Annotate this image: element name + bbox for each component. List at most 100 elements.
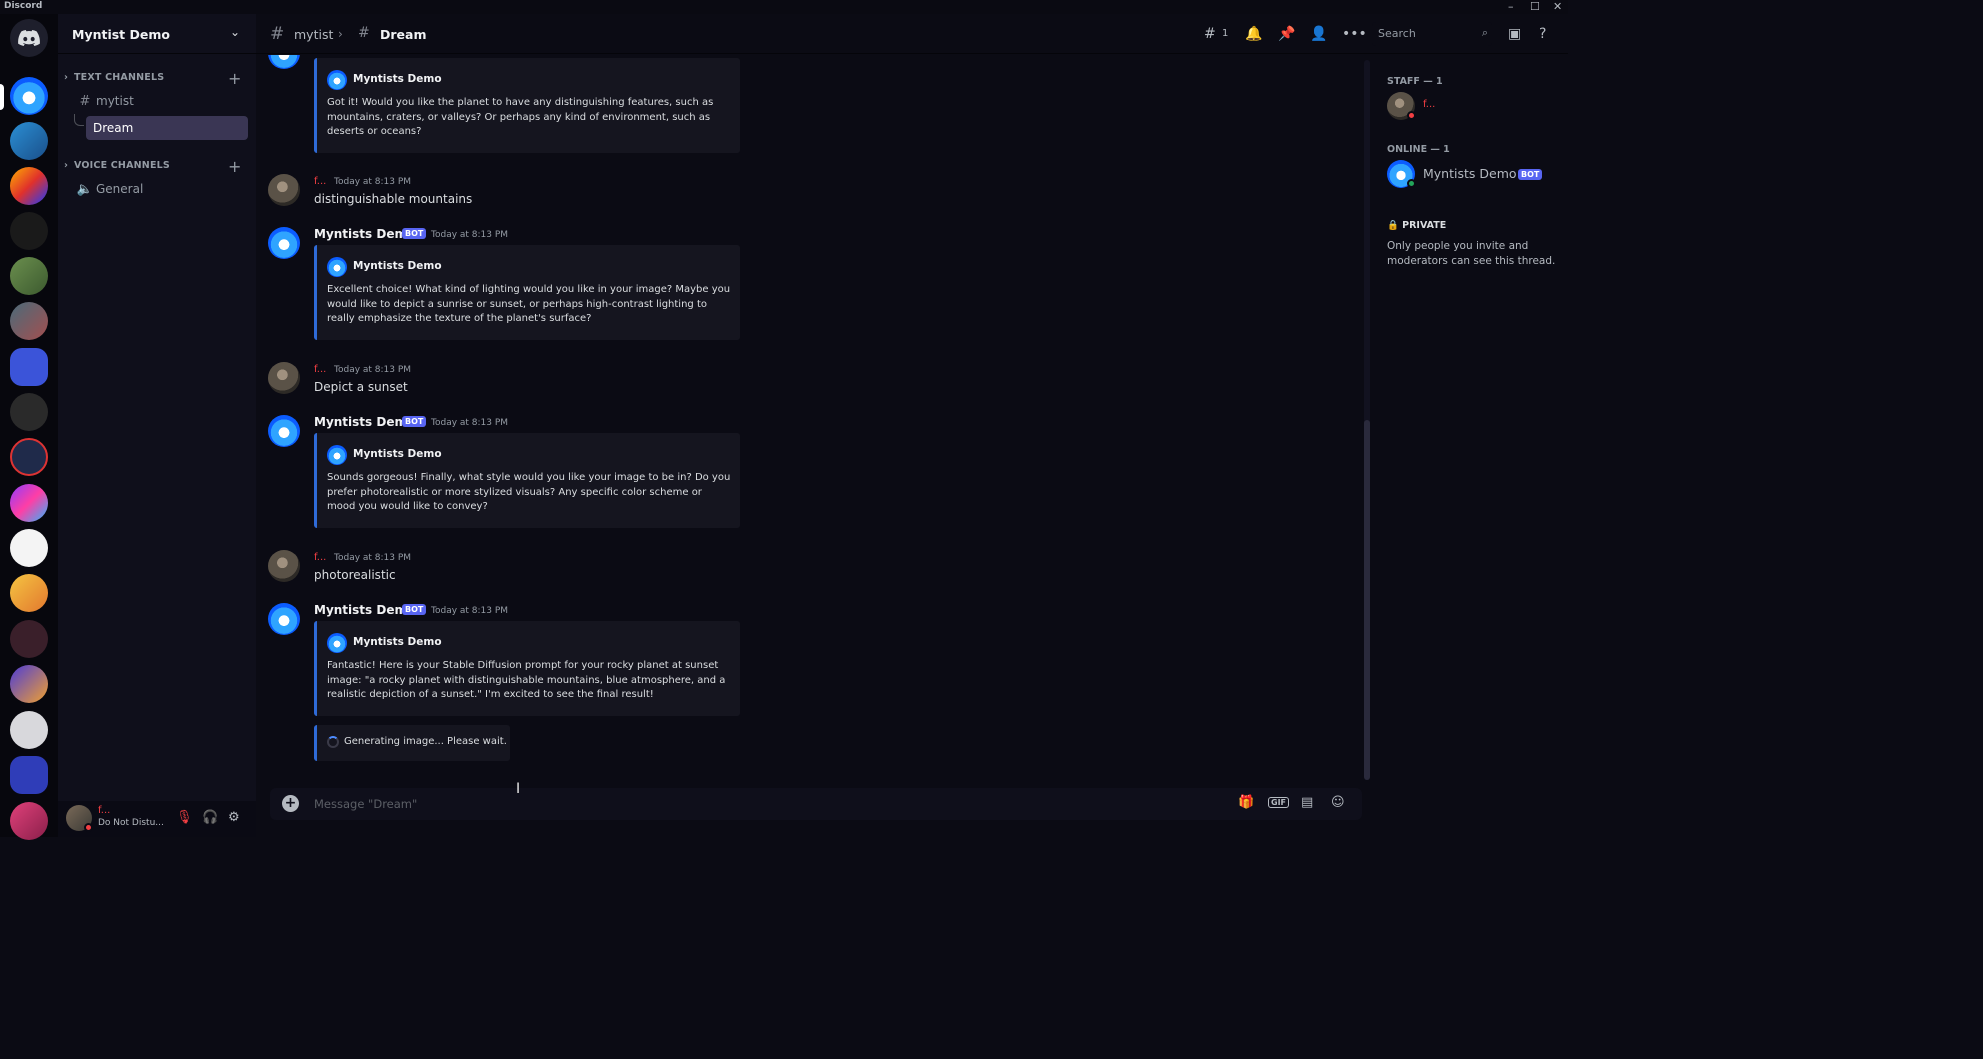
breadcrumb-separator-icon: › [338, 27, 343, 41]
message-text: distinguishable mountains [314, 192, 473, 206]
merch-party-server-icon[interactable] [10, 122, 48, 160]
message-author[interactable]: Myntists Demo [314, 415, 415, 429]
server-header[interactable]: Myntist Demo ⌄ [58, 14, 256, 54]
bot-badge: BOT [402, 416, 427, 427]
text-cursor-icon: I [516, 781, 521, 797]
embed: Myntists Demo Sounds gorgeous! Finally, … [314, 433, 740, 528]
lfg-server-icon[interactable] [10, 484, 48, 522]
member-list: STAFF — 1 f... ONLINE — 1 Myntists Demo … [1374, 55, 1568, 837]
channel-mytist[interactable]: # mytist [66, 89, 248, 113]
myntist-server-icon[interactable] [10, 77, 48, 115]
message-timestamp: Today at 8:13 PM [334, 365, 412, 375]
embed-author: Myntists Demo [353, 73, 442, 85]
bell-icon[interactable]: 🔔 [1245, 26, 1262, 42]
generating-status: Generating image... Please wait. [314, 725, 510, 761]
ea-sports-server-icon[interactable] [10, 438, 48, 476]
online-status-icon [1407, 179, 1416, 188]
text-channels-category[interactable]: › TEXT CHANNELS [64, 72, 164, 83]
threads-icon[interactable]: # [1204, 26, 1216, 42]
server-icon-5[interactable] [10, 257, 48, 295]
selected-server-indicator [0, 84, 4, 110]
add-text-channel-icon[interactable]: + [228, 71, 241, 87]
gear-icon[interactable]: ⚙ [228, 810, 240, 825]
chevron-icon: › [64, 160, 69, 171]
embed-text: Excellent choice! What kind of lighting … [327, 284, 731, 325]
server-icon-toy[interactable] [10, 529, 48, 567]
add-voice-channel-icon[interactable]: + [228, 159, 241, 175]
server-icon-3[interactable] [10, 167, 48, 205]
online-member-name[interactable]: Myntists Demo [1423, 166, 1517, 181]
add-attachment-icon[interactable]: + [282, 795, 299, 812]
message-author[interactable]: f... [314, 552, 326, 563]
channel-sidebar: Myntist Demo ⌄ › TEXT CHANNELS + # mytist… [58, 14, 256, 837]
parent-channel-link[interactable]: mytist [294, 27, 333, 42]
thread-dream[interactable]: Dream [86, 116, 248, 140]
gift-icon[interactable]: 🎁 [1238, 795, 1254, 810]
server-icon-diamond[interactable] [10, 665, 48, 703]
thread-title: Dream [380, 27, 427, 42]
sticker-icon[interactable]: ▤ [1301, 795, 1313, 810]
avatar[interactable] [268, 550, 300, 582]
discord-home-icon[interactable] [10, 19, 48, 57]
message-author[interactable]: f... [314, 176, 326, 187]
user-name: f... [98, 805, 111, 816]
embed-author: Myntists Demo [353, 636, 442, 648]
generating-text: Generating image... Please wait. [344, 736, 507, 747]
search-icon: ⌕ [1481, 26, 1488, 39]
avatar[interactable] [268, 415, 300, 447]
threads-count: 1 [1222, 28, 1229, 39]
server-icon-6[interactable] [10, 302, 48, 340]
gif-button[interactable]: GIF [1268, 797, 1290, 808]
maximize-button[interactable]: ☐ [1530, 0, 1540, 14]
channel-general[interactable]: 🔈 General [66, 177, 248, 201]
avatar[interactable] [268, 174, 300, 206]
embed: Myntists Demo Got it! Would you like the… [314, 58, 740, 153]
staff-member-name[interactable]: f... [1423, 99, 1435, 110]
close-button[interactable]: ✕ [1553, 0, 1562, 14]
server-icon-bridge[interactable] [10, 711, 48, 749]
inbox-icon[interactable]: ▣ [1508, 26, 1521, 42]
emoji-icon[interactable]: ☺ [1331, 795, 1345, 810]
avatar[interactable] [268, 603, 300, 635]
thread-label: Dream [93, 121, 134, 135]
folder-icon[interactable] [10, 348, 48, 386]
staff-header: STAFF — 1 [1387, 76, 1443, 87]
message-input[interactable] [314, 795, 1114, 813]
search-input[interactable]: Search ⌕ [1372, 22, 1492, 46]
embed-text: Sounds gorgeous! Finally, what style wou… [327, 472, 731, 513]
chevron-icon: › [64, 72, 69, 83]
scrollbar-thumb[interactable] [1364, 420, 1370, 780]
scrollbar[interactable] [1364, 60, 1370, 780]
server-icon-dragon[interactable] [10, 620, 48, 658]
server-icon-last[interactable] [10, 802, 48, 840]
avatar[interactable] [268, 55, 300, 69]
server-list [0, 14, 58, 840]
help-icon[interactable]: ? [1539, 26, 1546, 42]
channel-label: General [96, 182, 144, 196]
message-author[interactable]: Myntists Demo [314, 603, 415, 617]
message-timestamp: Today at 8:13 PM [334, 553, 412, 563]
message-author[interactable]: Myntists Demo [314, 227, 415, 241]
deafen-icon[interactable]: 🎧 [202, 810, 218, 825]
mute-mic-icon[interactable]: 🎙 [176, 810, 193, 825]
voice-channels-category[interactable]: › VOICE CHANNELS [64, 160, 170, 171]
message-author[interactable]: f... [314, 364, 326, 375]
dnd-status-icon [1407, 111, 1416, 120]
search-placeholder: Search [1378, 27, 1416, 40]
avatar[interactable] [268, 227, 300, 259]
category-label: TEXT CHANNELS [74, 72, 165, 83]
server-icon-4[interactable] [10, 212, 48, 250]
member-list-icon[interactable]: 👤 [1310, 26, 1327, 42]
folder-icon-2[interactable] [10, 756, 48, 794]
server-icon-k[interactable] [10, 393, 48, 431]
pin-icon[interactable]: 📌 [1278, 26, 1295, 42]
online-header: ONLINE — 1 [1387, 144, 1450, 155]
speaker-icon: 🔈 [76, 181, 94, 197]
message-timestamp: Today at 8:13 PM [431, 606, 509, 616]
message-list: Myntists Demo Got it! Would you like the… [256, 55, 1368, 785]
more-options-icon[interactable]: ••• [1342, 26, 1367, 42]
message-timestamp: Today at 8:13 PM [431, 230, 509, 240]
server-icon-face[interactable] [10, 574, 48, 612]
minimize-button[interactable]: – [1508, 0, 1514, 14]
avatar[interactable] [268, 362, 300, 394]
